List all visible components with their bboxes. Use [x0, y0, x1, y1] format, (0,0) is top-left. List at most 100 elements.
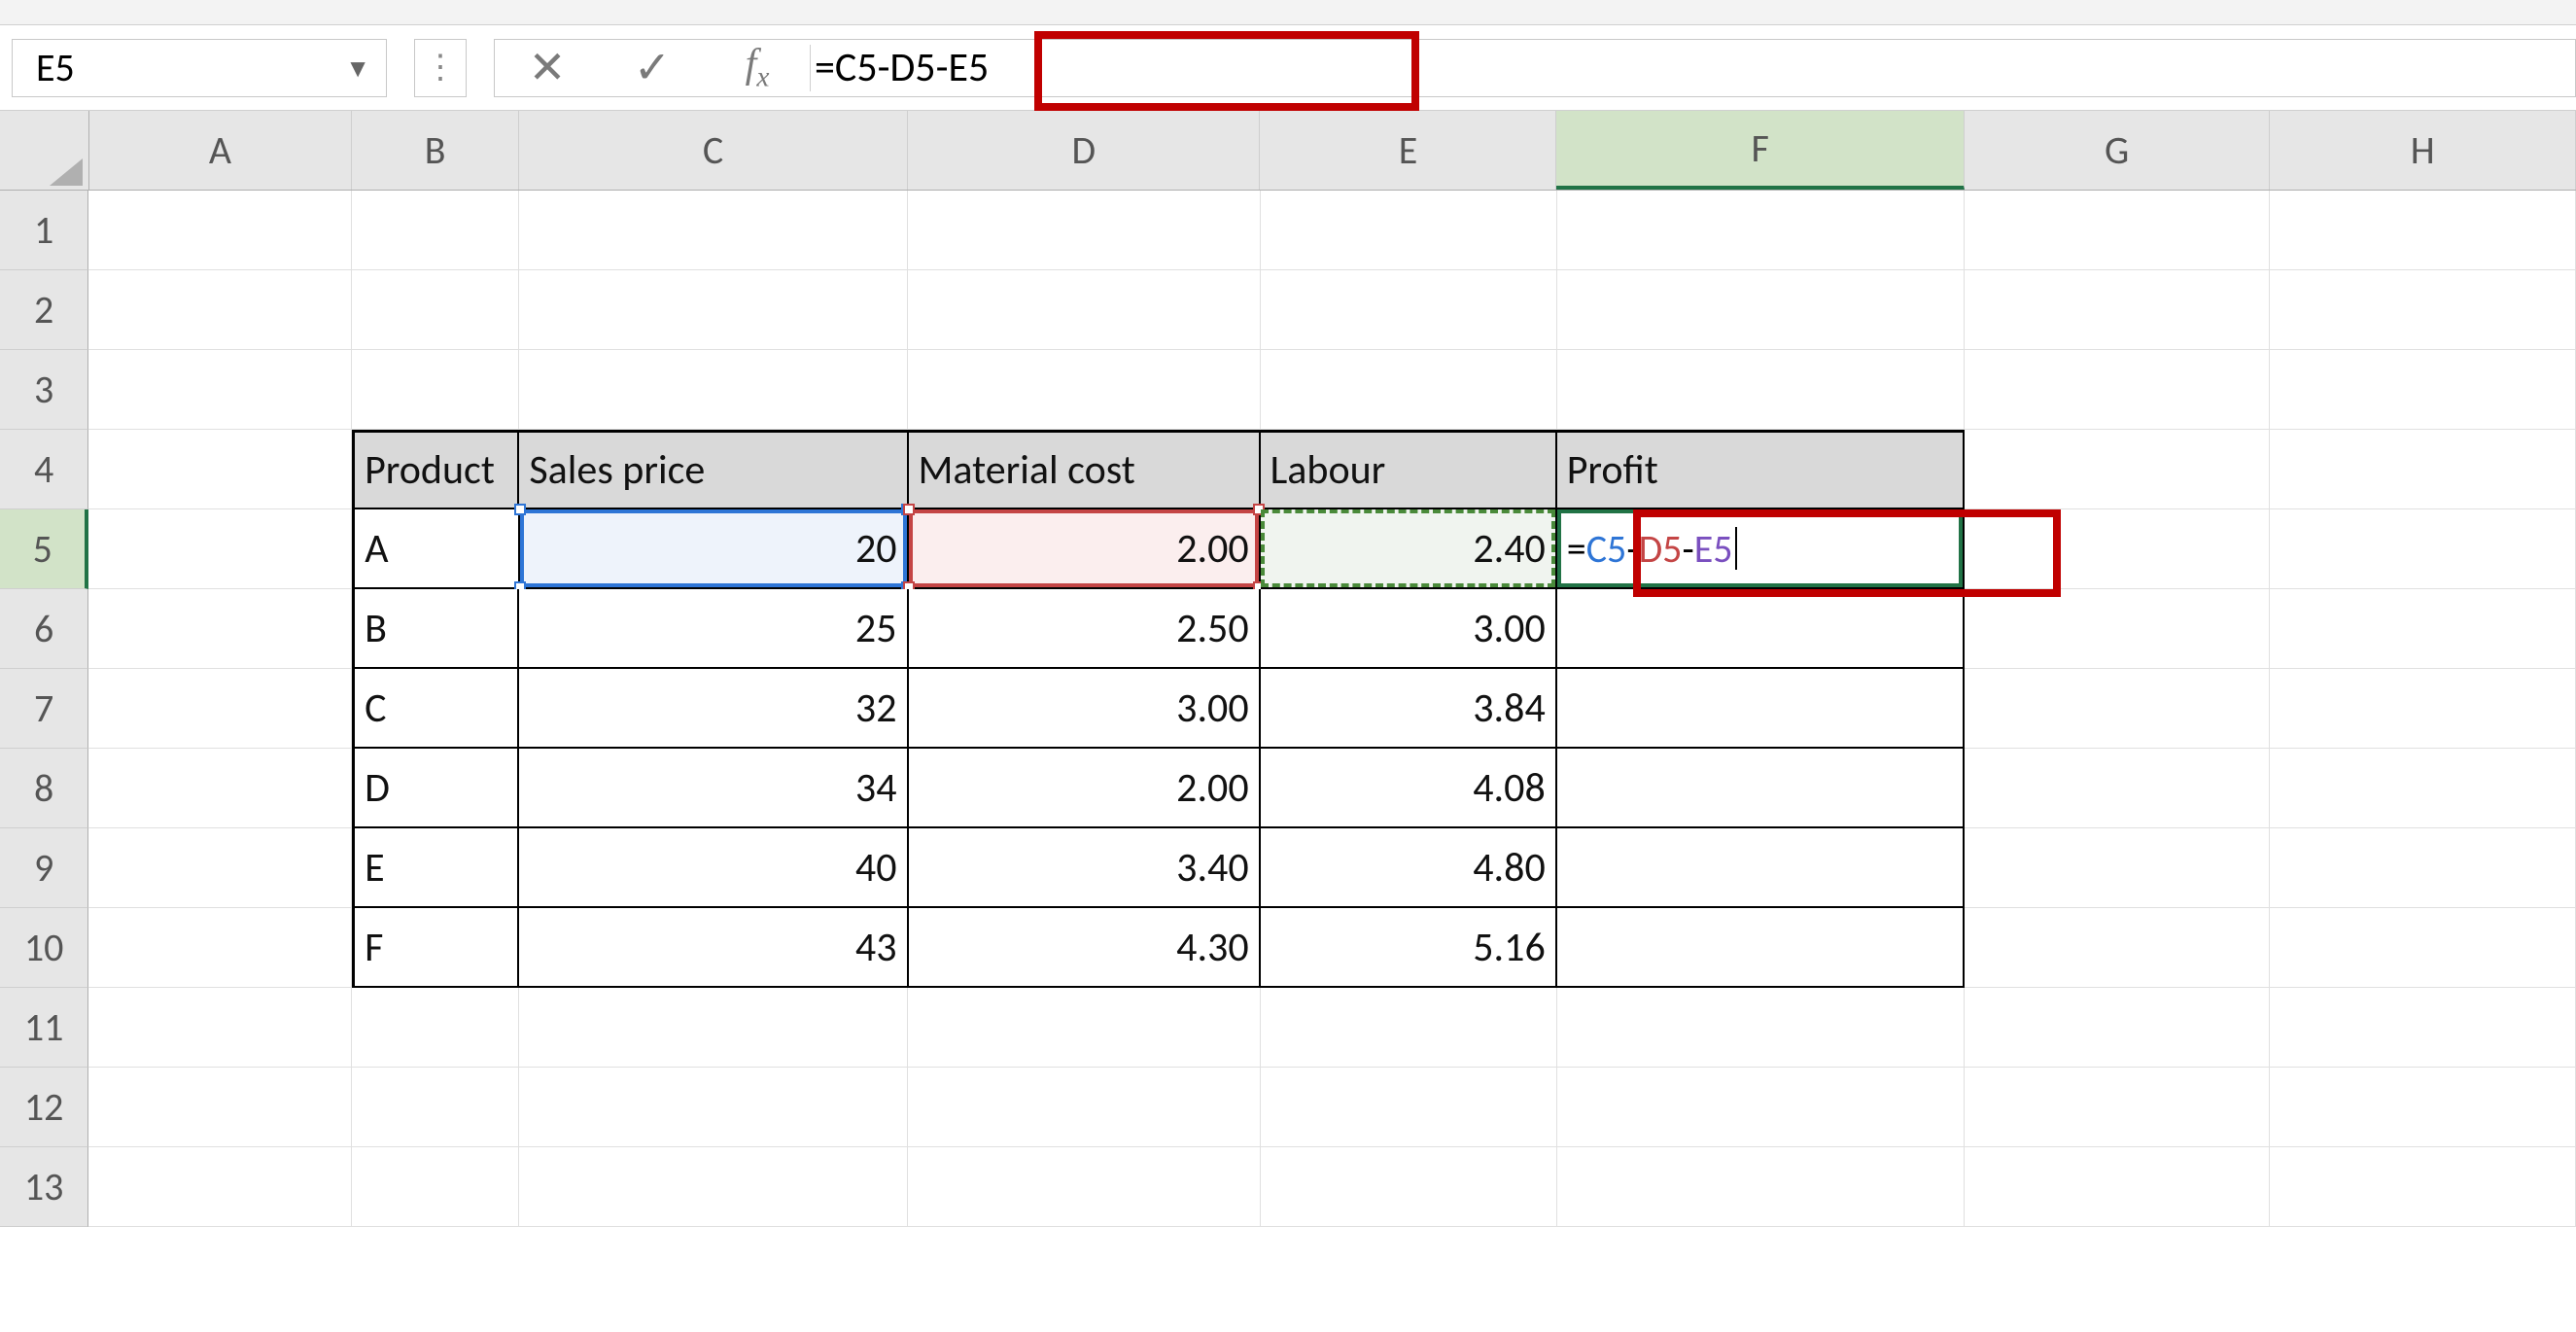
cell-C2[interactable]: [519, 270, 908, 350]
col-header-G[interactable]: G: [1965, 111, 2271, 190]
cell-B6[interactable]: B: [352, 589, 519, 669]
cell-A3[interactable]: [88, 350, 352, 430]
cell-A11[interactable]: [88, 988, 352, 1068]
row-header-13[interactable]: 13: [0, 1147, 88, 1227]
row-header-4[interactable]: 4: [0, 430, 88, 509]
cell-A7[interactable]: [88, 669, 352, 749]
cell-D2[interactable]: [908, 270, 1260, 350]
cell-C1[interactable]: [519, 191, 908, 270]
cell-E6[interactable]: 3.00: [1261, 589, 1557, 669]
name-box[interactable]: E5 ▼: [12, 39, 387, 97]
cell-H6[interactable]: [2270, 589, 2576, 669]
cell-D12[interactable]: [908, 1068, 1260, 1147]
row-header-7[interactable]: 7: [0, 669, 88, 749]
cell-C5[interactable]: 20: [520, 509, 909, 589]
cell-E10[interactable]: 5.16: [1261, 908, 1557, 988]
cell-G8[interactable]: [1965, 749, 2271, 828]
cell-B3[interactable]: [352, 350, 519, 430]
cell-D9[interactable]: 3.40: [909, 828, 1261, 908]
cancel-icon[interactable]: ✕: [495, 39, 600, 97]
row-header-1[interactable]: 1: [0, 191, 88, 270]
cell-B10[interactable]: F: [352, 908, 519, 988]
cell-C12[interactable]: [519, 1068, 908, 1147]
cell-G6[interactable]: [1965, 589, 2271, 669]
cell-C13[interactable]: [519, 1147, 908, 1227]
cell-E8[interactable]: 4.08: [1261, 749, 1557, 828]
cell-A2[interactable]: [88, 270, 352, 350]
row-header-12[interactable]: 12: [0, 1068, 88, 1147]
cell-G11[interactable]: [1965, 988, 2271, 1068]
row-header-10[interactable]: 10: [0, 908, 88, 988]
row-header-6[interactable]: 6: [0, 589, 88, 669]
cell-B11[interactable]: [352, 988, 519, 1068]
cell-H4[interactable]: [2270, 430, 2576, 509]
cell-E1[interactable]: [1261, 191, 1557, 270]
cell-C4[interactable]: Sales price: [519, 430, 908, 509]
cell-H10[interactable]: [2270, 908, 2576, 988]
cell-C6[interactable]: 25: [519, 589, 908, 669]
enter-icon[interactable]: ✓: [600, 39, 705, 97]
cell-F11[interactable]: [1557, 988, 1965, 1068]
cell-D13[interactable]: [908, 1147, 1260, 1227]
cell-H9[interactable]: [2270, 828, 2576, 908]
cell-E13[interactable]: [1261, 1147, 1557, 1227]
cell-H12[interactable]: [2270, 1068, 2576, 1147]
cell-B2[interactable]: [352, 270, 519, 350]
cell-D8[interactable]: 2.00: [909, 749, 1261, 828]
col-header-F[interactable]: F: [1556, 111, 1964, 190]
cell-E5[interactable]: 2.40: [1261, 509, 1557, 589]
cell-B13[interactable]: [352, 1147, 519, 1227]
cell-G9[interactable]: [1965, 828, 2271, 908]
cell-G12[interactable]: [1965, 1068, 2271, 1147]
cell-B1[interactable]: [352, 191, 519, 270]
cell-D6[interactable]: 2.50: [909, 589, 1261, 669]
cell-F4[interactable]: Profit: [1557, 430, 1965, 509]
cell-G10[interactable]: [1965, 908, 2271, 988]
cell-A1[interactable]: [88, 191, 352, 270]
cell-H5[interactable]: [2270, 509, 2576, 589]
cell-E2[interactable]: [1261, 270, 1557, 350]
cell-G1[interactable]: [1965, 191, 2271, 270]
cell-A5[interactable]: [88, 509, 352, 589]
cell-H13[interactable]: [2270, 1147, 2576, 1227]
cell-G2[interactable]: [1965, 270, 2271, 350]
cell-F3[interactable]: [1557, 350, 1965, 430]
col-header-D[interactable]: D: [908, 111, 1260, 190]
select-all-corner[interactable]: [0, 111, 89, 190]
col-header-H[interactable]: H: [2270, 111, 2576, 190]
cell-D7[interactable]: 3.00: [909, 669, 1261, 749]
cell-G5[interactable]: [1965, 509, 2271, 589]
formula-input[interactable]: =C5-D5-E5: [811, 39, 2575, 97]
cell-F5-editing[interactable]: =C5-D5-E5: [1557, 509, 1965, 589]
cell-H8[interactable]: [2270, 749, 2576, 828]
cell-C11[interactable]: [519, 988, 908, 1068]
cell-H3[interactable]: [2270, 350, 2576, 430]
cell-E12[interactable]: [1261, 1068, 1557, 1147]
cell-F1[interactable]: [1557, 191, 1965, 270]
cell-B7[interactable]: C: [352, 669, 519, 749]
cell-F8[interactable]: [1557, 749, 1965, 828]
col-header-A[interactable]: A: [89, 111, 353, 190]
cell-G3[interactable]: [1965, 350, 2271, 430]
cell-B12[interactable]: [352, 1068, 519, 1147]
col-header-B[interactable]: B: [352, 111, 519, 190]
cell-G7[interactable]: [1965, 669, 2271, 749]
row-header-5[interactable]: 5: [0, 509, 88, 589]
row-header-9[interactable]: 9: [0, 828, 88, 908]
cell-B9[interactable]: E: [352, 828, 519, 908]
cell-E3[interactable]: [1261, 350, 1557, 430]
row-header-3[interactable]: 3: [0, 350, 88, 430]
cell-F6[interactable]: [1557, 589, 1965, 669]
cell-F13[interactable]: [1557, 1147, 1965, 1227]
cell-C10[interactable]: 43: [519, 908, 908, 988]
cell-B8[interactable]: D: [352, 749, 519, 828]
cell-D10[interactable]: 4.30: [909, 908, 1261, 988]
cell-H1[interactable]: [2270, 191, 2576, 270]
cell-F10[interactable]: [1557, 908, 1965, 988]
cell-D11[interactable]: [908, 988, 1260, 1068]
cell-C8[interactable]: 34: [519, 749, 908, 828]
cell-G4[interactable]: [1965, 430, 2271, 509]
cell-A12[interactable]: [88, 1068, 352, 1147]
cell-E4[interactable]: Labour: [1261, 430, 1557, 509]
col-header-E[interactable]: E: [1260, 111, 1556, 190]
